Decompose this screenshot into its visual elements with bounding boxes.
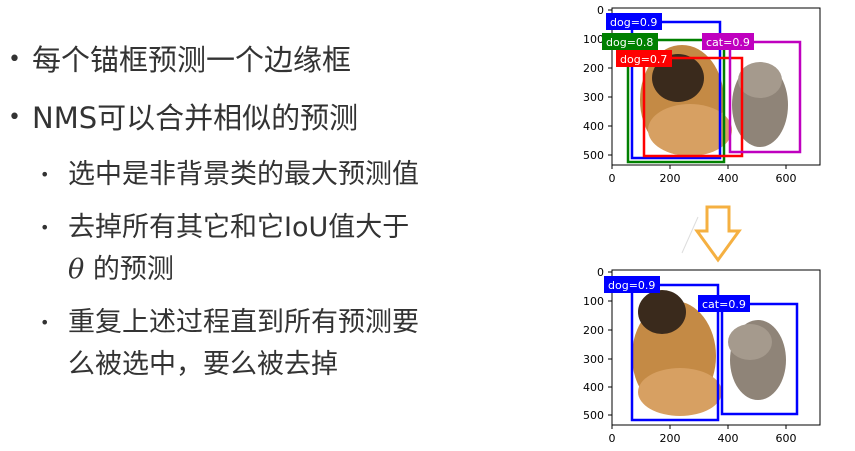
image-dog-cat [612,270,820,425]
bullet-text: 重复上述过程直到所有预测要 [68,307,419,338]
y-tick-label: 100 [583,33,604,46]
y-tick-label: 500 [583,409,604,422]
bullet-dot: • [8,105,21,130]
bullet-text: 每个锚框预测一个边缘框 [32,43,352,77]
x-tick-label: 200 [660,172,681,185]
divider-line [681,216,699,254]
x-axis: 0 200 400 600 [609,425,797,445]
box-label: dog=0.8 [606,36,653,49]
x-tick-label: 600 [776,432,797,445]
y-tick-label: 100 [583,295,604,308]
y-tick-label: 200 [583,62,604,75]
box-label: dog=0.7 [620,53,667,66]
bullet-text: 选中是非背景类的最大预测值 [68,159,419,190]
bullet-list: • 每个锚框预测一个边缘框 • NMS可以合并相似的预测 • 选中是非背景类的最… [0,0,560,451]
box-label: cat=0.9 [702,298,746,311]
y-tick-label: 200 [583,324,604,337]
bullet-dot: • [40,218,50,237]
down-arrow-icon [694,205,742,263]
bullet-dot: • [8,47,21,72]
y-tick-label: 400 [583,120,604,133]
x-tick-label: 600 [776,172,797,185]
y-tick-label: 300 [583,353,604,366]
y-tick-label: 0 [597,266,604,279]
box-label: dog=0.9 [608,279,655,292]
x-tick-label: 0 [609,432,616,445]
bullet-text: 去掉所有其它和它IoU值大于 [68,212,410,243]
bullet-dot: • [40,165,50,184]
bullet-dot: • [40,313,50,332]
bullet-text: NMS可以合并相似的预测 [32,101,359,135]
y-tick-label: 300 [583,91,604,104]
plot-before-nms: 0 100 200 300 400 500 0 200 400 600 dog=… [583,4,821,185]
x-tick-label: 0 [609,172,616,185]
x-axis: 0 200 400 600 [609,165,797,185]
bullet-text: 的预测 [92,254,174,285]
y-tick-label: 400 [583,381,604,394]
y-tick-label: 500 [583,149,604,162]
bullet-text: 么被选中，要么被去掉 [68,349,338,380]
y-tick-label: 0 [597,4,604,17]
theta-symbol: θ [68,254,85,285]
x-tick-label: 200 [660,432,681,445]
x-tick-label: 400 [718,432,739,445]
box-label: dog=0.9 [610,16,657,29]
x-tick-label: 400 [718,172,739,185]
box-label: cat=0.9 [706,36,750,49]
plot-after-nms: 0 100 200 300 400 500 0 200 400 600 dog=… [583,266,821,445]
